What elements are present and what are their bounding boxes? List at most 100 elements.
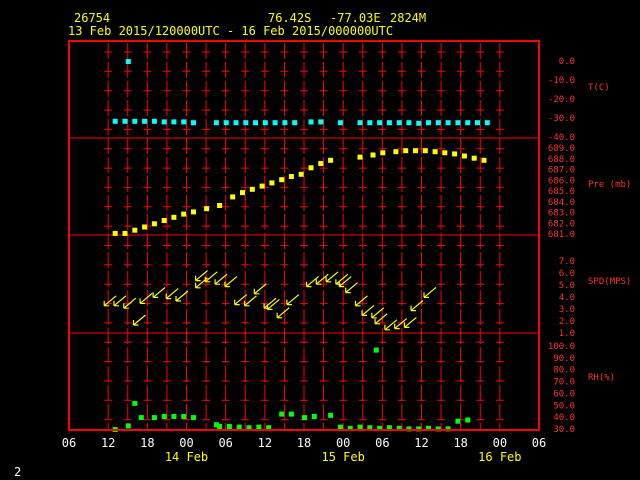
y-tick-label: 7.0	[559, 257, 575, 267]
y-tick-label: 30.0	[553, 425, 575, 435]
wind-arrow	[338, 276, 352, 288]
pressure-point	[249, 186, 255, 192]
temperature-point	[112, 118, 118, 124]
humidity-point	[465, 417, 471, 423]
y-tick-label: 682.0	[548, 219, 575, 229]
pressure-point	[230, 194, 236, 200]
temperature-point	[406, 120, 412, 126]
wind-arrow-shape	[345, 282, 359, 294]
temperature-point	[233, 120, 239, 126]
wind-arrow-shape	[139, 292, 153, 304]
station-lon: -77.03E	[330, 11, 381, 25]
temperature-point	[262, 120, 268, 126]
temperature-point	[357, 120, 363, 126]
humidity-point	[455, 418, 461, 424]
temperature-point	[377, 120, 383, 126]
y-tick-label: 685.0	[548, 187, 575, 197]
y-tick-label: 0.0	[559, 57, 575, 67]
humidity-point	[151, 415, 157, 421]
pressure-point	[357, 154, 363, 160]
pressure-point	[151, 221, 157, 227]
pressure-point	[288, 174, 294, 179]
y-tick-label: 5.0	[559, 281, 575, 291]
pressure-point	[204, 206, 210, 212]
y-tick-label: 3.0	[559, 305, 575, 315]
wind-arrow	[139, 292, 153, 304]
humidity-point	[373, 347, 379, 353]
temperature-point	[445, 120, 451, 126]
wind-arrow-shape	[335, 273, 349, 285]
x-tick-label: 06	[375, 436, 389, 450]
panel-label: RH(%)	[588, 373, 615, 383]
humidity-point	[311, 414, 317, 419]
x-tick-label: 00	[179, 436, 193, 450]
wind-arrow	[243, 295, 257, 307]
wind-arrow-shape	[374, 313, 388, 325]
x-tick-label: 00	[336, 436, 350, 450]
pressure-point	[279, 177, 285, 183]
humidity-point	[171, 414, 177, 419]
humidity-point	[328, 412, 334, 418]
data-layer	[103, 59, 490, 432]
wind-arrow-shape	[286, 294, 300, 306]
pressure-point	[269, 180, 275, 186]
pressure-point	[481, 157, 487, 163]
page-number: 2	[14, 465, 21, 479]
wind-arrow	[374, 313, 388, 325]
humidity-point	[302, 415, 307, 421]
humidity-point	[161, 414, 167, 419]
temperature-point	[171, 119, 177, 125]
humidity-point	[279, 411, 285, 417]
wind-arrow	[335, 273, 349, 285]
pressure-point	[181, 211, 187, 217]
temperature-point	[465, 120, 471, 126]
y-tick-label: 686.0	[548, 176, 575, 186]
x-tick-label: 06	[532, 436, 546, 450]
panel-label: T(C)	[588, 83, 610, 93]
y-tick-label: 50.0	[553, 401, 575, 411]
y-tick-label: 2.0	[559, 317, 575, 327]
pressure-point	[259, 183, 265, 189]
humidity-point	[288, 411, 294, 417]
humidity-point	[236, 424, 242, 430]
x-tick-label: 12	[414, 436, 428, 450]
temperature-point	[396, 120, 402, 126]
pressure-point	[298, 171, 304, 177]
time-range: 13 Feb 2015/120000UTC - 16 Feb 2015/0000…	[68, 24, 393, 38]
wind-arrow	[286, 294, 300, 306]
meteogram-canvas: 26754 76.42S -77.03E 2824M 13 Feb 2015/1…	[14, 11, 631, 479]
x-tick-label: 18	[297, 436, 311, 450]
wind-arrow	[224, 276, 238, 288]
pressure-point	[308, 165, 314, 171]
station-elev: 2824M	[390, 11, 426, 25]
wind-arrow-shape	[423, 286, 437, 298]
pressure-point	[370, 152, 376, 158]
y-tick-label: 90.0	[553, 354, 575, 364]
pressure-point	[132, 227, 138, 233]
x-tick-label: 06	[218, 436, 232, 450]
humidity-point	[226, 424, 232, 429]
pressure-point	[461, 153, 467, 159]
pressure-point	[471, 155, 477, 161]
y-tick-label: 6.0	[559, 269, 575, 279]
wind-arrow-shape	[152, 286, 166, 298]
pressure-point	[171, 214, 177, 220]
temperature-point	[125, 59, 131, 64]
wind-arrow	[152, 286, 166, 298]
y-tick-label: 60.0	[553, 389, 575, 399]
x-tick-label: 12	[101, 436, 115, 450]
humidity-point	[357, 424, 363, 430]
wind-arrow	[345, 282, 359, 294]
temperature-point	[435, 120, 441, 126]
y-tick-label: -10.0	[548, 76, 575, 86]
pressure-point	[161, 218, 167, 223]
pressure-point	[380, 150, 386, 156]
x-tick-label: 06	[62, 436, 76, 450]
y-tick-label: -30.0	[548, 114, 575, 124]
y-tick-label: 684.0	[548, 198, 575, 208]
temperature-point	[223, 120, 229, 126]
pressure-point	[217, 203, 223, 208]
y-tick-label: 40.0	[553, 413, 575, 423]
y-tick-label: 100.0	[548, 342, 575, 352]
temperature-point	[475, 120, 480, 126]
